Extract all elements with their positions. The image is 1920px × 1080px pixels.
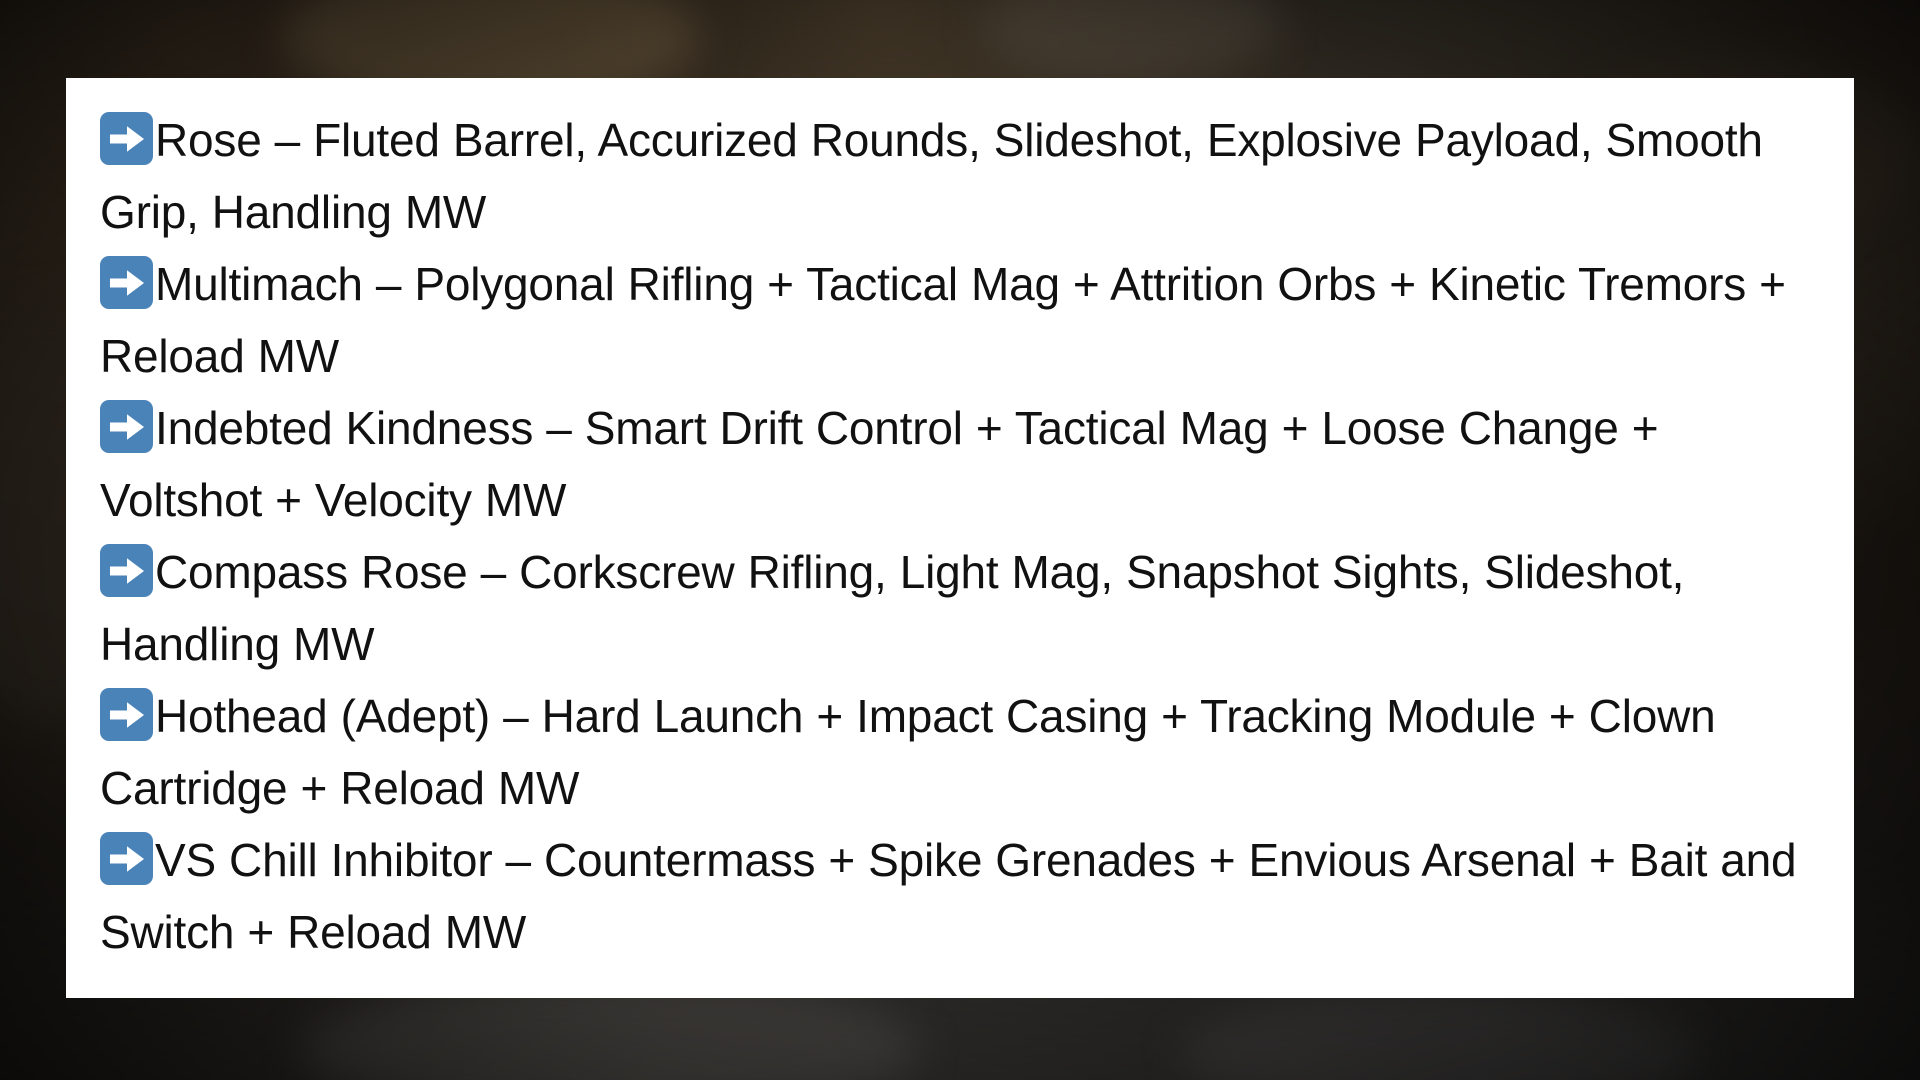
- weapon-roll-text: Compass Rose – Corkscrew Rifling, Light …: [100, 546, 1685, 670]
- weapon-roll-card: Rose – Fluted Barrel, Accurized Rounds, …: [66, 78, 1854, 998]
- right-arrow-icon: [100, 832, 153, 885]
- right-arrow-icon: [100, 544, 153, 597]
- weapon-roll-item: VS Chill Inhibitor – Countermass + Spike…: [100, 824, 1820, 968]
- weapon-roll-item: Rose – Fluted Barrel, Accurized Rounds, …: [100, 104, 1820, 248]
- screen-root: Rose – Fluted Barrel, Accurized Rounds, …: [0, 0, 1920, 1080]
- weapon-roll-item: Multimach – Polygonal Rifling + Tactical…: [100, 248, 1820, 392]
- weapon-roll-text: Indebted Kindness – Smart Drift Control …: [100, 402, 1659, 526]
- weapon-roll-text: VS Chill Inhibitor – Countermass + Spike…: [100, 834, 1797, 958]
- right-arrow-icon: [100, 256, 153, 309]
- weapon-roll-item: Compass Rose – Corkscrew Rifling, Light …: [100, 536, 1820, 680]
- weapon-roll-item: Hothead (Adept) – Hard Launch + Impact C…: [100, 680, 1820, 824]
- weapon-roll-item: Indebted Kindness – Smart Drift Control …: [100, 392, 1820, 536]
- right-arrow-icon: [100, 688, 153, 741]
- weapon-roll-list: Rose – Fluted Barrel, Accurized Rounds, …: [100, 104, 1820, 968]
- right-arrow-icon: [100, 400, 153, 453]
- weapon-roll-text: Rose – Fluted Barrel, Accurized Rounds, …: [100, 114, 1763, 238]
- weapon-roll-text: Multimach – Polygonal Rifling + Tactical…: [100, 258, 1786, 382]
- weapon-roll-text: Hothead (Adept) – Hard Launch + Impact C…: [100, 690, 1716, 814]
- right-arrow-icon: [100, 112, 153, 165]
